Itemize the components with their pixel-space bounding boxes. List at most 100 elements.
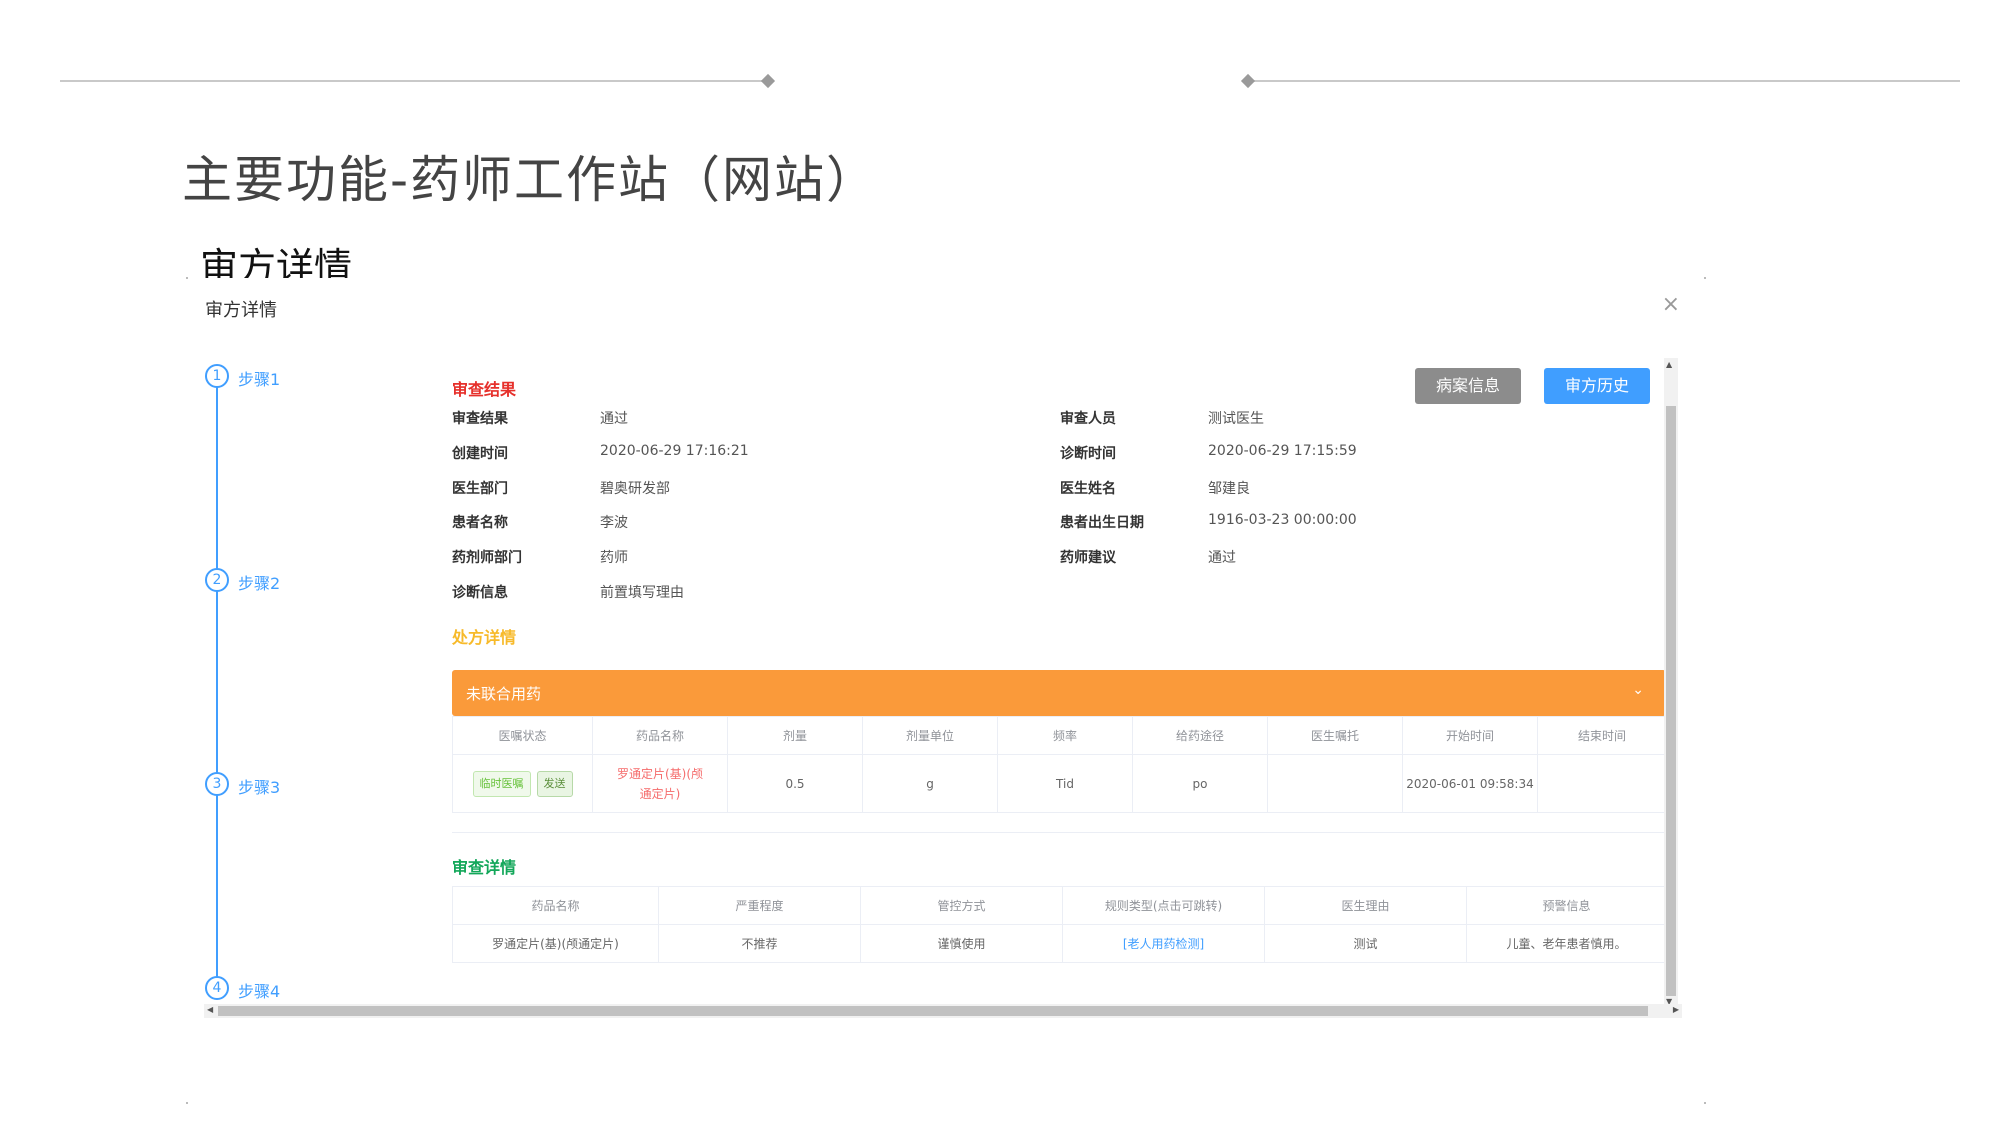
step-number-badge: 3 [205, 772, 229, 796]
info-label: 药师建议 [1060, 550, 1116, 566]
info-label: 患者名称 [452, 515, 508, 531]
info-row: 药剂师部门 药师 药师建议 通过 [452, 547, 1668, 571]
prescription-group-header[interactable]: 未联合用药 ⌄ [452, 670, 1666, 716]
info-label: 创建时间 [452, 446, 508, 462]
dose-cell: 0.5 [727, 754, 863, 813]
info-label: 诊断时间 [1060, 446, 1116, 462]
vertical-scroll-thumb[interactable] [1666, 406, 1676, 996]
info-label: 药剂师部门 [452, 550, 522, 566]
column-header: 给药途径 [1132, 716, 1268, 755]
send-status-tag: 发送 [536, 770, 573, 797]
column-header: 管控方式 [860, 886, 1063, 925]
step-number-badge: 1 [205, 364, 229, 388]
corner-dot [186, 1102, 188, 1104]
step-label: 步骤2 [238, 574, 281, 593]
scroll-up-icon[interactable]: ▲ [1666, 360, 1672, 369]
frequency-cell: Tid [997, 754, 1133, 813]
order-status-cell: 临时医嘱 发送 [452, 754, 593, 813]
info-value: 通过 [1208, 550, 1236, 566]
info-value: 1916-03-23 00:00:00 [1208, 512, 1357, 528]
column-header: 频率 [997, 716, 1133, 755]
info-label: 审查结果 [452, 411, 508, 427]
start-time-cell: 2020-06-01 09:58:34 [1402, 754, 1538, 813]
column-header: 结束时间 [1537, 716, 1667, 755]
info-label: 诊断信息 [452, 585, 508, 601]
step-label: 步骤4 [238, 982, 281, 1001]
review-history-button[interactable]: 审方历史 [1544, 368, 1650, 404]
info-label: 医生姓名 [1060, 481, 1116, 497]
corner-dot [1704, 1102, 1706, 1104]
step-number-badge: 2 [205, 568, 229, 592]
rule-type-link[interactable]: [老人用药检测] [1062, 924, 1265, 963]
horizontal-scroll-thumb[interactable] [218, 1006, 1648, 1016]
warning-info-cell: 儿童、老年患者慎用。 [1466, 924, 1667, 963]
info-value: 李波 [600, 515, 628, 531]
scroll-left-icon[interactable]: ◀ [207, 1005, 213, 1014]
vertical-scrollbar[interactable]: ▲ ▼ [1664, 358, 1678, 1008]
corner-dot [1704, 277, 1706, 279]
divider-diamond-right [1240, 73, 1256, 89]
top-left-divider [60, 80, 770, 82]
info-value: 邹建良 [1208, 481, 1250, 497]
control-cell: 谨慎使用 [860, 924, 1063, 963]
info-row: 医生部门 碧奥研发部 医生姓名 邹建良 [452, 478, 1668, 502]
info-value: 通过 [600, 411, 628, 427]
steps-timeline: 1 步骤1 2 步骤2 3 步骤3 4 步骤4 [200, 278, 400, 1023]
scroll-right-icon[interactable]: ▶ [1673, 1005, 1679, 1014]
column-header: 预警信息 [1466, 886, 1667, 925]
prescription-group-title: 未联合用药 [466, 685, 542, 703]
step-label: 步骤1 [238, 370, 281, 389]
column-header: 药品名称 [592, 716, 728, 755]
info-value: 2020-06-29 17:15:59 [1208, 443, 1357, 459]
dose-unit-cell: g [862, 754, 998, 813]
drug-name-cell: 罗通定片(基)(颅通定片) [592, 754, 728, 813]
info-value: 测试医生 [1208, 411, 1264, 427]
review-detail-title: 审查详情 [452, 858, 517, 877]
section-divider [452, 832, 1666, 833]
column-header: 药品名称 [452, 886, 659, 925]
step-number-badge: 4 [205, 976, 229, 1000]
column-header: 严重程度 [658, 886, 861, 925]
route-cell: po [1132, 754, 1268, 813]
column-header: 医生理由 [1264, 886, 1467, 925]
info-label: 审查人员 [1060, 411, 1116, 427]
info-label: 患者出生日期 [1060, 515, 1144, 531]
prescription-table: 医嘱状态 药品名称 剂量 剂量单位 频率 给药途径 医生嘱托 开始时间 结束时间… [452, 716, 1667, 813]
severity-cell: 不推荐 [658, 924, 861, 963]
info-value: 碧奥研发部 [600, 481, 670, 497]
end-time-cell [1537, 754, 1667, 813]
dialog-content: 审查结果 病案信息 审方历史 审查结果 通过 审查人员 测试医生 创建时间 20… [452, 358, 1668, 1008]
table-header-row: 医嘱状态 药品名称 剂量 剂量单位 频率 给药途径 医生嘱托 开始时间 结束时间 [452, 716, 1667, 755]
column-header: 规则类型(点击可跳转) [1062, 886, 1265, 925]
doctor-reason-cell: 测试 [1264, 924, 1467, 963]
slide-title: 主要功能-药师工作站（网站） [182, 151, 879, 209]
column-header: 开始时间 [1402, 716, 1538, 755]
corner-dot [186, 277, 188, 279]
info-row: 患者名称 李波 患者出生日期 1916-03-23 00:00:00 [452, 512, 1668, 536]
table-row: 罗通定片(基)(颅通定片) 不推荐 谨慎使用 [老人用药检测] 测试 儿童、老年… [452, 924, 1667, 963]
info-value: 药师 [600, 550, 628, 566]
table-row: 临时医嘱 发送 罗通定片(基)(颅通定片) 0.5 g Tid po 2020-0… [452, 754, 1667, 813]
divider-diamond-left [760, 73, 776, 89]
info-value: 2020-06-29 17:16:21 [600, 443, 749, 459]
column-header: 医嘱状态 [452, 716, 593, 755]
review-detail-table: 药品名称 严重程度 管控方式 规则类型(点击可跳转) 医生理由 预警信息 罗通定… [452, 886, 1667, 963]
review-result-title: 审查结果 [452, 380, 517, 399]
case-info-button[interactable]: 病案信息 [1415, 368, 1521, 404]
info-label: 医生部门 [452, 481, 508, 497]
info-value: 前置填写理由 [600, 585, 684, 601]
info-row: 审查结果 通过 审查人员 测试医生 [452, 408, 1668, 432]
info-row: 创建时间 2020-06-29 17:16:21 诊断时间 2020-06-29… [452, 443, 1668, 467]
close-icon[interactable]: × [1662, 292, 1680, 317]
doctor-advice-cell [1267, 754, 1403, 813]
column-header: 剂量单位 [862, 716, 998, 755]
chevron-down-icon: ⌄ [1632, 682, 1644, 698]
steps-connector-line [216, 374, 218, 982]
top-right-divider [1250, 80, 1960, 82]
table-header-row: 药品名称 严重程度 管控方式 规则类型(点击可跳转) 医生理由 预警信息 [452, 886, 1667, 925]
review-detail-dialog: 审方详情 × 1 步骤1 2 步骤2 3 步骤3 4 步骤4 审查结果 病案信息… [200, 278, 1688, 1023]
order-type-tag: 临时医嘱 [472, 770, 531, 797]
drug-name-cell: 罗通定片(基)(颅通定片) [452, 924, 659, 963]
horizontal-scrollbar[interactable]: ◀ ▶ [204, 1004, 1682, 1018]
info-row: 诊断信息 前置填写理由 [452, 582, 1668, 606]
